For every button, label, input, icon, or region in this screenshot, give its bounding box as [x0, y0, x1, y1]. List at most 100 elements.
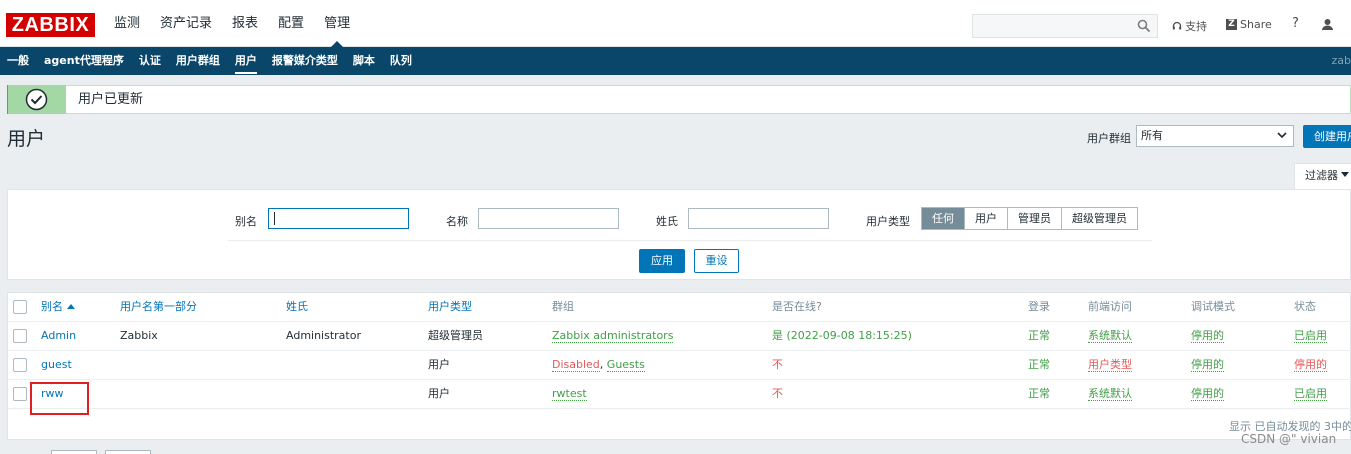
debug-mode-link[interactable]: 停用的 — [1191, 380, 1224, 408]
user-type-user[interactable]: 用户 — [964, 208, 1007, 229]
user-type: 用户 — [428, 358, 450, 371]
mass-action-button[interactable] — [51, 450, 97, 454]
user-type: 用户 — [428, 387, 450, 400]
surname-input[interactable] — [688, 208, 829, 229]
frontend-access-label: 系统默认 — [1088, 387, 1132, 401]
main-menu-configuration[interactable]: 配置 — [268, 0, 314, 47]
debug-mode-label: 停用的 — [1191, 329, 1224, 343]
group-link[interactable]: rwtest — [552, 387, 587, 401]
sub-menu-user-groups[interactable]: 用户群组 — [169, 47, 228, 75]
mass-action-button[interactable] — [105, 450, 151, 454]
message-text: 用户已更新 — [78, 92, 144, 107]
success-message: 用户已更新 — [7, 85, 1351, 114]
group-link[interactable]: Zabbix administrators — [552, 329, 674, 343]
status-label: 停用的 — [1294, 358, 1327, 372]
user-alias-link[interactable]: Admin — [41, 322, 76, 350]
row-checkbox[interactable] — [13, 329, 27, 343]
row-checkbox[interactable] — [13, 387, 27, 401]
surname-label: 姓氏 — [656, 215, 678, 228]
user-groups: Disabled, Guests — [552, 351, 645, 379]
sub-menu-scripts[interactable]: 脚本 — [346, 47, 383, 75]
page-title: 用户 — [7, 128, 46, 150]
support-link[interactable]: 支持 — [1172, 18, 1207, 34]
user-type-any[interactable]: 任何 — [922, 208, 964, 229]
sub-menu-media-types[interactable]: 报警媒介类型 — [265, 47, 346, 75]
user-group-select[interactable]: 所有 — [1136, 125, 1294, 147]
online-status: 不 — [772, 358, 783, 371]
reset-button[interactable]: 重设 — [694, 249, 739, 273]
csdn-watermark: CSDN @" vivian — [1241, 432, 1337, 446]
user-group-label: 用户群组 — [1087, 132, 1131, 145]
debug-mode-label: 停用的 — [1191, 387, 1224, 401]
login-status: 正常 — [1028, 387, 1050, 400]
text-cursor — [274, 212, 275, 225]
apply-button[interactable]: 应用 — [639, 249, 685, 273]
user-type: 超级管理员 — [428, 329, 483, 342]
debug-mode-link[interactable]: 停用的 — [1191, 322, 1224, 350]
header-groups: 群组 — [552, 300, 574, 313]
status-link[interactable]: 已启用 — [1294, 380, 1327, 408]
frontend-access-link[interactable]: 系统默认 — [1088, 380, 1132, 408]
header-surname[interactable]: 姓氏 — [286, 293, 308, 321]
main-menu-monitoring[interactable]: 监测 — [104, 0, 150, 47]
user-profile-icon[interactable] — [1321, 18, 1334, 31]
header-status: 状态 — [1294, 300, 1316, 313]
header-frontend: 前端访问 — [1088, 300, 1132, 313]
sub-menu-proxies[interactable]: agent代理程序 — [37, 47, 132, 75]
chevron-down-icon — [1277, 132, 1287, 139]
status-label: 已启用 — [1294, 387, 1327, 401]
global-search-input[interactable] — [972, 14, 1158, 38]
main-menu-administration[interactable]: 管理 — [314, 0, 360, 48]
select-all-checkbox[interactable] — [13, 300, 27, 314]
header-user-type[interactable]: 用户类型 — [428, 293, 472, 321]
main-menu-reports[interactable]: 报表 — [222, 0, 268, 47]
row-checkbox[interactable] — [13, 358, 27, 372]
login-status: 正常 — [1028, 358, 1050, 371]
table-row: guest 用户 Disabled, Guests 不 正常 用户类型 停用的 … — [8, 351, 1351, 380]
status-link[interactable]: 已启用 — [1294, 322, 1327, 350]
create-user-button[interactable]: 创建用户 — [1303, 125, 1351, 148]
header-alias[interactable]: 别名 — [41, 293, 75, 321]
user-type-segmented: 任何 用户 管理员 超级管理员 — [921, 207, 1138, 230]
group-link[interactable]: Guests — [606, 358, 645, 372]
online-status: 不 — [772, 387, 783, 400]
online-status: 是 (2022-09-08 18:15:25) — [772, 329, 912, 342]
sub-menu-queue[interactable]: 队列 — [383, 47, 420, 75]
debug-mode-label: 停用的 — [1191, 358, 1224, 372]
group-link[interactable]: Disabled — [552, 358, 600, 372]
zabbix-logo[interactable]: ZABBIX — [6, 13, 95, 37]
alias-input[interactable] — [268, 208, 409, 229]
name-input[interactable] — [478, 208, 619, 229]
header-name[interactable]: 用户名第一部分 — [120, 293, 197, 321]
annotation-highlight-box — [30, 382, 89, 415]
user-name: Zabbix — [120, 329, 158, 342]
frontend-access-label: 系统默认 — [1088, 329, 1132, 343]
top-bar: ZABBIX 监测 资产记录 报表 配置 管理 支持 Z Share ? — [0, 0, 1351, 48]
main-menu-inventory[interactable]: 资产记录 — [150, 0, 222, 47]
filter-toggle-icon — [1341, 172, 1349, 177]
user-alias-link[interactable]: guest — [41, 351, 72, 379]
user-type-super-admin[interactable]: 超级管理员 — [1061, 208, 1137, 229]
sub-menu-general[interactable]: 一般 — [0, 47, 37, 75]
search-icon[interactable] — [1137, 19, 1151, 33]
debug-mode-link[interactable]: 停用的 — [1191, 351, 1224, 379]
filter-tab[interactable]: 过滤器 — [1294, 163, 1351, 189]
sort-asc-icon — [67, 304, 75, 309]
user-group-value: 所有 — [1141, 129, 1163, 142]
server-name: zab — [1331, 54, 1351, 67]
frontend-access-link[interactable]: 系统默认 — [1088, 322, 1132, 350]
support-label: 支持 — [1185, 20, 1207, 33]
table-row: Admin Zabbix Administrator 超级管理员 Zabbix … — [8, 322, 1351, 351]
sub-menu-users[interactable]: 用户 — [228, 47, 265, 75]
share-label: Share — [1240, 18, 1272, 31]
share-link[interactable]: Z Share — [1226, 18, 1272, 31]
user-type-admin[interactable]: 管理员 — [1007, 208, 1061, 229]
zabbix-share-icon: Z — [1226, 19, 1237, 30]
help-link[interactable]: ? — [1292, 16, 1299, 31]
frontend-access-label: 用户类型 — [1088, 358, 1132, 372]
check-circle-icon — [25, 88, 48, 111]
status-link[interactable]: 停用的 — [1294, 351, 1327, 379]
sub-menu-authentication[interactable]: 认证 — [132, 47, 169, 75]
frontend-access-link[interactable]: 用户类型 — [1088, 351, 1132, 379]
login-status: 正常 — [1028, 329, 1050, 342]
